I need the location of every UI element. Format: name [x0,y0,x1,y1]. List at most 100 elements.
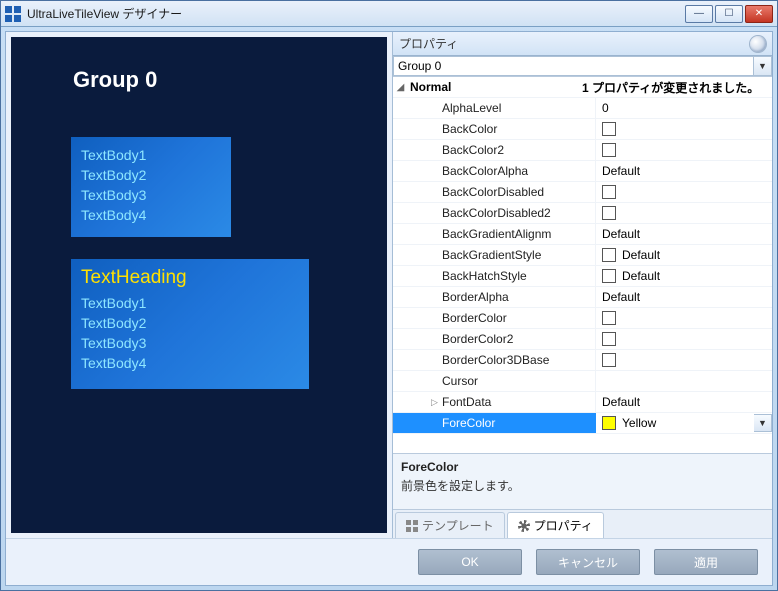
tile-preview[interactable]: Group 0 TextBody1 TextBody2 TextBody3 Te… [11,37,387,533]
dialog-buttons: OK キャンセル 適用 [6,538,772,585]
property-value-text: Default [602,164,640,178]
property-name: BackHatchStyle [442,269,595,283]
category-row[interactable]: ◢ Normal 1 プロパティが変更されました。 [393,77,772,98]
property-row[interactable]: BackColor [393,119,772,140]
dropdown-icon[interactable]: ▼ [754,56,772,76]
property-value[interactable] [595,203,772,223]
cancel-button[interactable]: キャンセル [536,549,640,575]
property-name: Cursor [442,374,595,388]
property-name: BackGradientAlignm [442,227,595,241]
property-value[interactable]: Default [595,224,772,244]
tile-heading: TextHeading [81,267,299,289]
magnify-icon[interactable] [750,36,766,52]
property-row[interactable]: BorderAlpha Default [393,287,772,308]
property-value[interactable] [595,371,772,391]
tile-text-line: TextBody2 [81,165,221,185]
property-name: BorderColor [442,311,595,325]
color-swatch [602,206,616,220]
property-row[interactable]: BackColorDisabled [393,182,772,203]
tile-wide[interactable]: TextHeading TextBody1 TextBody2 TextBody… [71,259,309,389]
property-row[interactable]: BackHatchStyleDefault [393,266,772,287]
property-row[interactable]: BackGradientAlignm Default [393,224,772,245]
tab-template[interactable]: テンプレート [395,512,505,538]
property-row[interactable]: ▷FontData Default [393,392,772,413]
property-panel-title: プロパティ [399,35,458,52]
tile-small[interactable]: TextBody1 TextBody2 TextBody3 TextBody4 [71,137,231,237]
property-panel: プロパティ ▼ ◢ Normal 1 プロパティが変更されました。 AlphaL… [392,32,772,538]
property-value[interactable] [595,140,772,160]
tile-text-line: TextBody2 [81,313,299,333]
property-row[interactable]: BackColor2 [393,140,772,161]
tile-text-line: TextBody1 [81,145,221,165]
property-name: AlphaLevel [442,101,595,115]
property-value[interactable] [595,119,772,139]
color-swatch [602,143,616,157]
tab-property[interactable]: プロパティ [507,512,604,538]
property-value[interactable]: Default [595,266,772,286]
ok-button[interactable]: OK [418,549,522,575]
property-selector: ▼ [393,56,772,77]
property-value[interactable]: Default [595,287,772,307]
property-value[interactable] [595,329,772,349]
property-row[interactable]: Cursor [393,371,772,392]
property-value[interactable]: Default [595,392,772,412]
template-icon [406,520,418,532]
group-title: Group 0 [73,67,157,93]
main-area: Group 0 TextBody1 TextBody2 TextBody3 Te… [6,32,772,538]
gear-icon [518,520,530,532]
property-row[interactable]: BackColorDisabled2 [393,203,772,224]
tile-text-line: TextBody3 [81,333,299,353]
property-value[interactable] [595,182,772,202]
property-row[interactable]: ForeColorYellow▼ [393,413,772,434]
property-name: BorderAlpha [442,290,595,304]
property-value[interactable] [595,350,772,370]
property-row[interactable]: BackColorAlpha Default [393,161,772,182]
property-name: BackColorAlpha [442,164,595,178]
property-row[interactable]: BorderColor [393,308,772,329]
property-value[interactable]: Default [595,161,772,181]
tab-label: プロパティ [534,517,593,534]
property-row[interactable]: BorderColor3DBase [393,350,772,371]
property-value-text: Yellow [622,416,656,430]
color-swatch [602,332,616,346]
dropdown-icon[interactable]: ▼ [754,414,772,432]
property-value[interactable] [595,308,772,328]
app-icon [5,6,21,22]
property-header: プロパティ [393,32,772,56]
property-value-text: Default [602,290,640,304]
collapse-icon[interactable]: ◢ [393,82,408,93]
property-value[interactable]: Default [595,245,772,265]
property-value[interactable]: Yellow ▼ [595,413,772,433]
property-name: BackGradientStyle [442,248,595,262]
property-value-text: Default [622,248,660,262]
tile-text-line: TextBody3 [81,185,221,205]
property-description: ForeColor 前景色を設定します。 [393,453,772,509]
color-swatch [602,269,616,283]
designer-window: UltraLiveTileView デザイナー — ☐ ✕ Group 0 Te… [0,0,778,591]
property-row[interactable]: AlphaLevel0 [393,98,772,119]
property-name: BackColor [442,122,595,136]
property-name: BackColor2 [442,143,595,157]
property-grid[interactable]: ◢ Normal 1 プロパティが変更されました。 AlphaLevel0Bac… [393,77,772,453]
minimize-button[interactable]: — [685,5,713,23]
category-status: 1 プロパティが変更されました。 [578,79,772,96]
property-value-text: Default [602,227,640,241]
property-object-select[interactable] [393,56,754,76]
color-swatch [602,311,616,325]
maximize-button[interactable]: ☐ [715,5,743,23]
tile-text-line: TextBody1 [81,293,299,313]
window-title: UltraLiveTileView デザイナー [27,5,685,22]
color-swatch [602,353,616,367]
property-value-text: Default [602,395,640,409]
titlebar[interactable]: UltraLiveTileView デザイナー — ☐ ✕ [1,1,777,27]
property-row[interactable]: BackGradientStyle Default [393,245,772,266]
tile-text-line: TextBody4 [81,353,299,373]
property-value[interactable]: 0 [595,98,772,118]
color-swatch [602,122,616,136]
apply-button[interactable]: 適用 [654,549,758,575]
property-row[interactable]: BorderColor2 [393,329,772,350]
close-button[interactable]: ✕ [745,5,773,23]
expand-icon[interactable]: ▷ [427,397,442,408]
property-name: FontData [442,395,595,409]
property-name: BackColorDisabled2 [442,206,595,220]
